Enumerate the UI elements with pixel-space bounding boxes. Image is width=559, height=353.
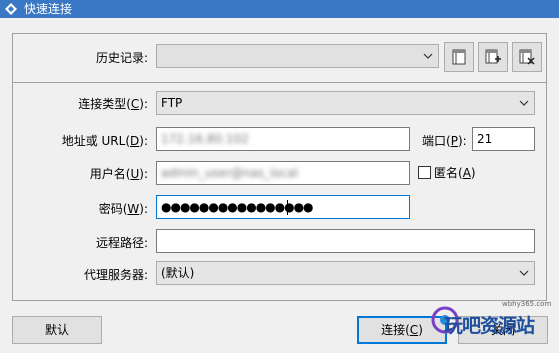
proxy-value: (默认) <box>161 266 195 280</box>
username-value: admin_user@nas_local <box>161 166 298 180</box>
password-label: 密码(W): <box>98 202 148 216</box>
connection-panel: 历史记录: 连接类型(C): FTP 地址或 URL(D): 172.16.80… <box>12 33 547 301</box>
panel-icon <box>452 49 466 65</box>
anonymous-label: 匿名(A) <box>434 166 476 180</box>
watermark-brand: 玩吧资源站 <box>444 315 535 337</box>
watermark: wbhy365.com 玩吧资源站 <box>430 295 554 347</box>
delete-entry-icon <box>519 49 535 65</box>
chevron-down-icon <box>519 100 529 106</box>
address-label: 地址或 URL(D): <box>61 134 148 148</box>
text-caret <box>287 200 288 215</box>
history-label: 历史记录: <box>95 51 148 65</box>
port-label: 端口(P): <box>422 134 467 148</box>
port-input[interactable]: 21 <box>472 127 535 151</box>
anonymous-checkbox[interactable] <box>418 166 431 179</box>
window-title: 快速连接 <box>24 2 73 16</box>
password-input[interactable]: ●●●●●●●●●●●●●●●● <box>156 195 410 219</box>
username-label: 用户名(U): <box>89 167 148 181</box>
proxy-label: 代理服务器: <box>83 268 148 282</box>
connection-type-label: 连接类型(C): <box>78 97 148 111</box>
history-add-button[interactable] <box>478 42 508 72</box>
port-value: 21 <box>477 132 493 146</box>
connection-type-select[interactable]: FTP <box>156 91 535 115</box>
watermark-site: wbhy365.com <box>502 300 552 308</box>
default-button[interactable]: 默认 <box>12 316 102 344</box>
connection-type-value: FTP <box>161 96 183 110</box>
password-value: ●●●●●●●●●●●●●●●● <box>161 200 314 214</box>
divider <box>13 82 546 83</box>
remote-path-label: 远程路径: <box>95 236 148 250</box>
history-delete-button[interactable] <box>512 42 542 72</box>
add-entry-icon <box>485 49 501 64</box>
proxy-select[interactable]: (默认) <box>156 261 535 285</box>
history-open-button[interactable] <box>444 42 474 72</box>
username-input[interactable]: admin_user@nas_local <box>156 161 410 185</box>
title-bar: 快速连接 <box>0 0 559 18</box>
address-input[interactable]: 172.16.80.102 <box>156 127 410 151</box>
chevron-down-icon <box>519 270 529 276</box>
history-combo[interactable] <box>156 44 439 68</box>
remote-path-input[interactable] <box>156 229 535 253</box>
app-logo-icon <box>5 3 17 15</box>
address-value: 172.16.80.102 <box>161 132 249 146</box>
chevron-down-icon <box>423 53 433 59</box>
